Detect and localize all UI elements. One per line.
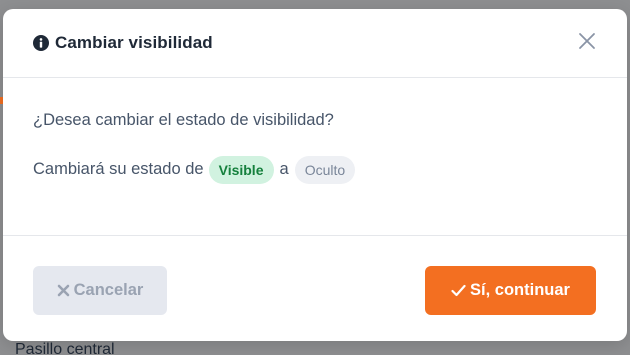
state-change-line: Cambiará su estado de Visible a Oculto (33, 155, 356, 184)
state-connector-text: a (279, 160, 289, 178)
info-circle-icon (33, 35, 49, 51)
from-state-badge: Visible (208, 155, 274, 184)
visibility-modal: Cambiar visibilidad ¿Desea cambiar el es… (3, 9, 627, 341)
state-prefix-text: Cambiará su estado de (33, 160, 204, 178)
times-icon (57, 284, 70, 297)
confirm-button[interactable]: Sí, continuar (425, 266, 596, 315)
to-state-badge: Oculto (294, 155, 356, 184)
modal-body: ¿Desea cambiar el estado de visibilidad?… (3, 78, 627, 236)
check-icon (451, 284, 466, 297)
confirm-button-label: Sí, continuar (470, 281, 570, 299)
background-location-text: Pasillo central (15, 341, 115, 355)
modal-header: Cambiar visibilidad (3, 9, 627, 78)
visibility-question: ¿Desea cambiar el estado de visibilidad? (33, 111, 334, 129)
close-button[interactable] (575, 31, 599, 55)
cancel-button-label: Cancelar (73, 281, 144, 299)
modal-title: Cambiar visibilidad (55, 33, 213, 52)
close-icon (578, 32, 596, 55)
cancel-button[interactable]: Cancelar (33, 266, 167, 315)
